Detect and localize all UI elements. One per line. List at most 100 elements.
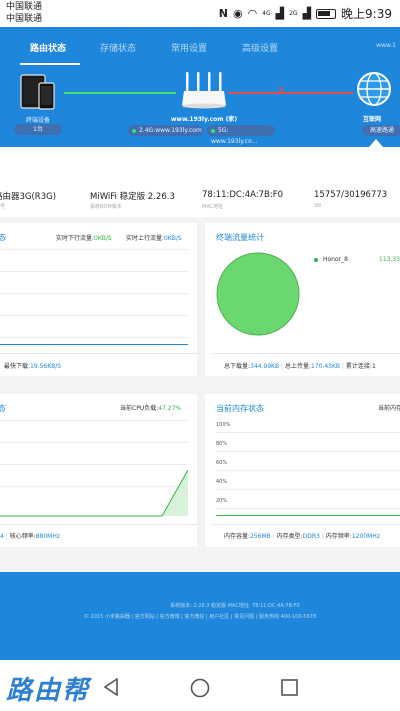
divider bbox=[0, 524, 197, 525]
device-link-line bbox=[64, 92, 176, 94]
status-dot bbox=[211, 128, 215, 133]
total-up-value: 170.43KB bbox=[310, 363, 341, 370]
internet-label: 互联网 bbox=[362, 116, 381, 123]
peak-value: 19.56KB/S bbox=[30, 363, 62, 370]
router-model-label: 号 bbox=[0, 204, 6, 210]
watermark-logo: 路由帮 bbox=[6, 676, 91, 706]
signal-label: 4G bbox=[262, 9, 271, 17]
traffic-series-line bbox=[0, 344, 188, 345]
total-down-label: 总下载量: bbox=[224, 363, 251, 370]
divider bbox=[213, 353, 400, 354]
active-tab-indicator bbox=[20, 63, 80, 65]
selected-pointer bbox=[369, 139, 383, 147]
clock: 晚上9:39 bbox=[341, 7, 392, 21]
legend-device-name: Honor_8 bbox=[323, 256, 348, 263]
total-conn-value: 1 bbox=[371, 363, 376, 370]
top-nav: 路由状态 存储状态 常用设置 高级设置 www.1 bbox=[0, 27, 400, 67]
mem-type-value: DDR3 bbox=[302, 533, 320, 540]
up-label: 实时上行流量: bbox=[126, 235, 165, 242]
devices-label: 终端设备 bbox=[25, 117, 50, 124]
router-name: www.193ly.com (家) bbox=[170, 116, 238, 123]
globe-icon[interactable] bbox=[356, 71, 392, 107]
tab-common-settings[interactable]: 常用设置 bbox=[171, 41, 207, 54]
serial-number-label: SN bbox=[314, 203, 321, 209]
cpu-load-chart bbox=[0, 469, 189, 517]
mem-freq-value: 1200MHz bbox=[351, 533, 380, 540]
grid-line bbox=[216, 470, 400, 471]
mem-cap-value: 256MB bbox=[250, 533, 271, 540]
grid-line bbox=[0, 249, 188, 250]
home-icon[interactable] bbox=[190, 678, 210, 698]
grid-line bbox=[216, 508, 400, 509]
total-up-label: 总上传量: bbox=[284, 363, 311, 370]
status-dot bbox=[132, 128, 136, 133]
y-tick-label: 60% bbox=[216, 460, 228, 466]
terminal-traffic-card: 终端流量统计 Honor_8 113.33 总下载量:344.99KB | 总上… bbox=[205, 223, 400, 376]
network-topology: 终端设备 1台 www.193ly.com (家) 2.4G:www.193ly… bbox=[0, 67, 400, 147]
mem-type-label: 内存类型: bbox=[276, 533, 303, 540]
cpu-load-series-line bbox=[0, 469, 189, 517]
legend-device-value: 113.33 bbox=[379, 256, 400, 263]
traffic-card: 态 实时下行流量:0KB/S 实时上行流量:0KB/S 最快下载:19.56KB… bbox=[0, 223, 197, 376]
footer-version: 系统版本: 2.26.3 稳定版 MAC地址: 78:11:DC:4A:7B:F… bbox=[170, 603, 300, 609]
realtime-up-stat: 实时上行流量:0KB/S bbox=[126, 233, 182, 242]
cpu-cores: 4 bbox=[0, 533, 4, 540]
memory-load-label: 当前内存 bbox=[378, 405, 400, 412]
cpu-load-area bbox=[0, 470, 188, 516]
traffic-pie-chart bbox=[216, 252, 300, 336]
rom-version: MiWiFi 稳定版 2.26.3 bbox=[90, 192, 175, 202]
router-icon[interactable] bbox=[180, 71, 228, 111]
grid-line bbox=[216, 432, 400, 433]
tab-advanced-settings[interactable]: 高级设置 bbox=[242, 41, 278, 54]
peak-label: 最快下载: bbox=[4, 363, 31, 370]
mac-address-label: MAC地址 bbox=[202, 204, 224, 210]
tab-router-status[interactable]: 路由状态 bbox=[30, 41, 66, 54]
grid-line bbox=[0, 337, 188, 338]
tab-storage-status[interactable]: 存储状态 bbox=[100, 41, 136, 54]
footer-links[interactable]: © 2015 小米路由器 | 官方网站 | 官方微博 | 官方微信 | 用户社区… bbox=[0, 613, 400, 620]
card-title: 当前内存状态 bbox=[216, 404, 264, 413]
internet-link-line bbox=[228, 92, 353, 94]
signal-icon: ▟ bbox=[275, 6, 285, 20]
peak-download-stat: 最快下载:19.56KB/S bbox=[4, 361, 61, 370]
wifi-icon: ◠ bbox=[247, 6, 258, 20]
devices-icon[interactable] bbox=[20, 74, 58, 110]
memory-card: 当前内存状态 当前内存 100% 80% 60% 40% 20% 内存容量:25… bbox=[205, 394, 400, 547]
y-tick-label: 80% bbox=[216, 441, 228, 447]
divider bbox=[0, 353, 197, 354]
link-broken-icon: ✕ bbox=[277, 85, 286, 96]
carrier-name: 中国联通 bbox=[6, 2, 43, 12]
down-label: 实时下行流量: bbox=[56, 235, 95, 242]
y-tick-label: 100% bbox=[216, 422, 231, 428]
wifi-5g-badge: 5G: www.193ly.co... bbox=[207, 125, 275, 145]
recents-icon[interactable] bbox=[281, 679, 298, 696]
cpu-load-value: 47.27% bbox=[158, 405, 182, 412]
cpu-load-stat: 当前CPU负载:47.27% bbox=[120, 403, 181, 412]
cpu-freq-value: 880MHz bbox=[35, 533, 61, 540]
pie-slice-honor-8[interactable] bbox=[216, 252, 300, 336]
carrier-name: 中国联通 bbox=[6, 14, 43, 24]
router-info-bar: 路由器3G(R3G) 号 MiWiFi 稳定版 2.26.3 系统ROM版本 7… bbox=[0, 147, 400, 217]
legend-dot bbox=[314, 258, 318, 262]
card-title: 终端流量统计 bbox=[216, 233, 264, 242]
back-icon[interactable] bbox=[103, 678, 119, 696]
android-nav-bar: 路由帮 bbox=[0, 660, 400, 711]
y-tick-label: 20% bbox=[216, 498, 228, 504]
grid-line bbox=[0, 420, 188, 421]
divider bbox=[213, 524, 400, 525]
wifi-24g-badge: 2.4G:www.193ly.com bbox=[128, 125, 203, 136]
status-icons: N ◉ ◠ 4G ▟ 2G ▟ 晚上9:39 bbox=[219, 5, 392, 22]
status-bar: 中国联通 中国联通 N ◉ ◠ 4G ▟ 2G ▟ 晚上9:39 bbox=[0, 0, 400, 27]
terminal-totals: 总下载量:344.99KB | 总上传量:170.43KB | 累计连接:1 bbox=[224, 363, 376, 370]
page-footer: 系统版本: 2.26.3 稳定版 MAC地址: 78:11:DC:4A:7B:F… bbox=[0, 572, 400, 660]
devices-count-badge: 1台 bbox=[14, 124, 62, 135]
grid-line bbox=[0, 442, 188, 443]
nfc-icon: N bbox=[218, 6, 228, 20]
total-down-value: 344.99KB bbox=[250, 363, 280, 370]
grid-line bbox=[216, 489, 400, 490]
memory-info: 内存容量:256MB | 内存类型:DDR3 | 内存频率:1200MHz bbox=[224, 533, 380, 540]
card-title: 态 bbox=[0, 404, 6, 413]
realtime-down-stat: 实时下行流量:0KB/S bbox=[56, 233, 112, 242]
site-url: www.1 bbox=[376, 42, 396, 49]
up-value: 0KB/S bbox=[164, 235, 182, 242]
